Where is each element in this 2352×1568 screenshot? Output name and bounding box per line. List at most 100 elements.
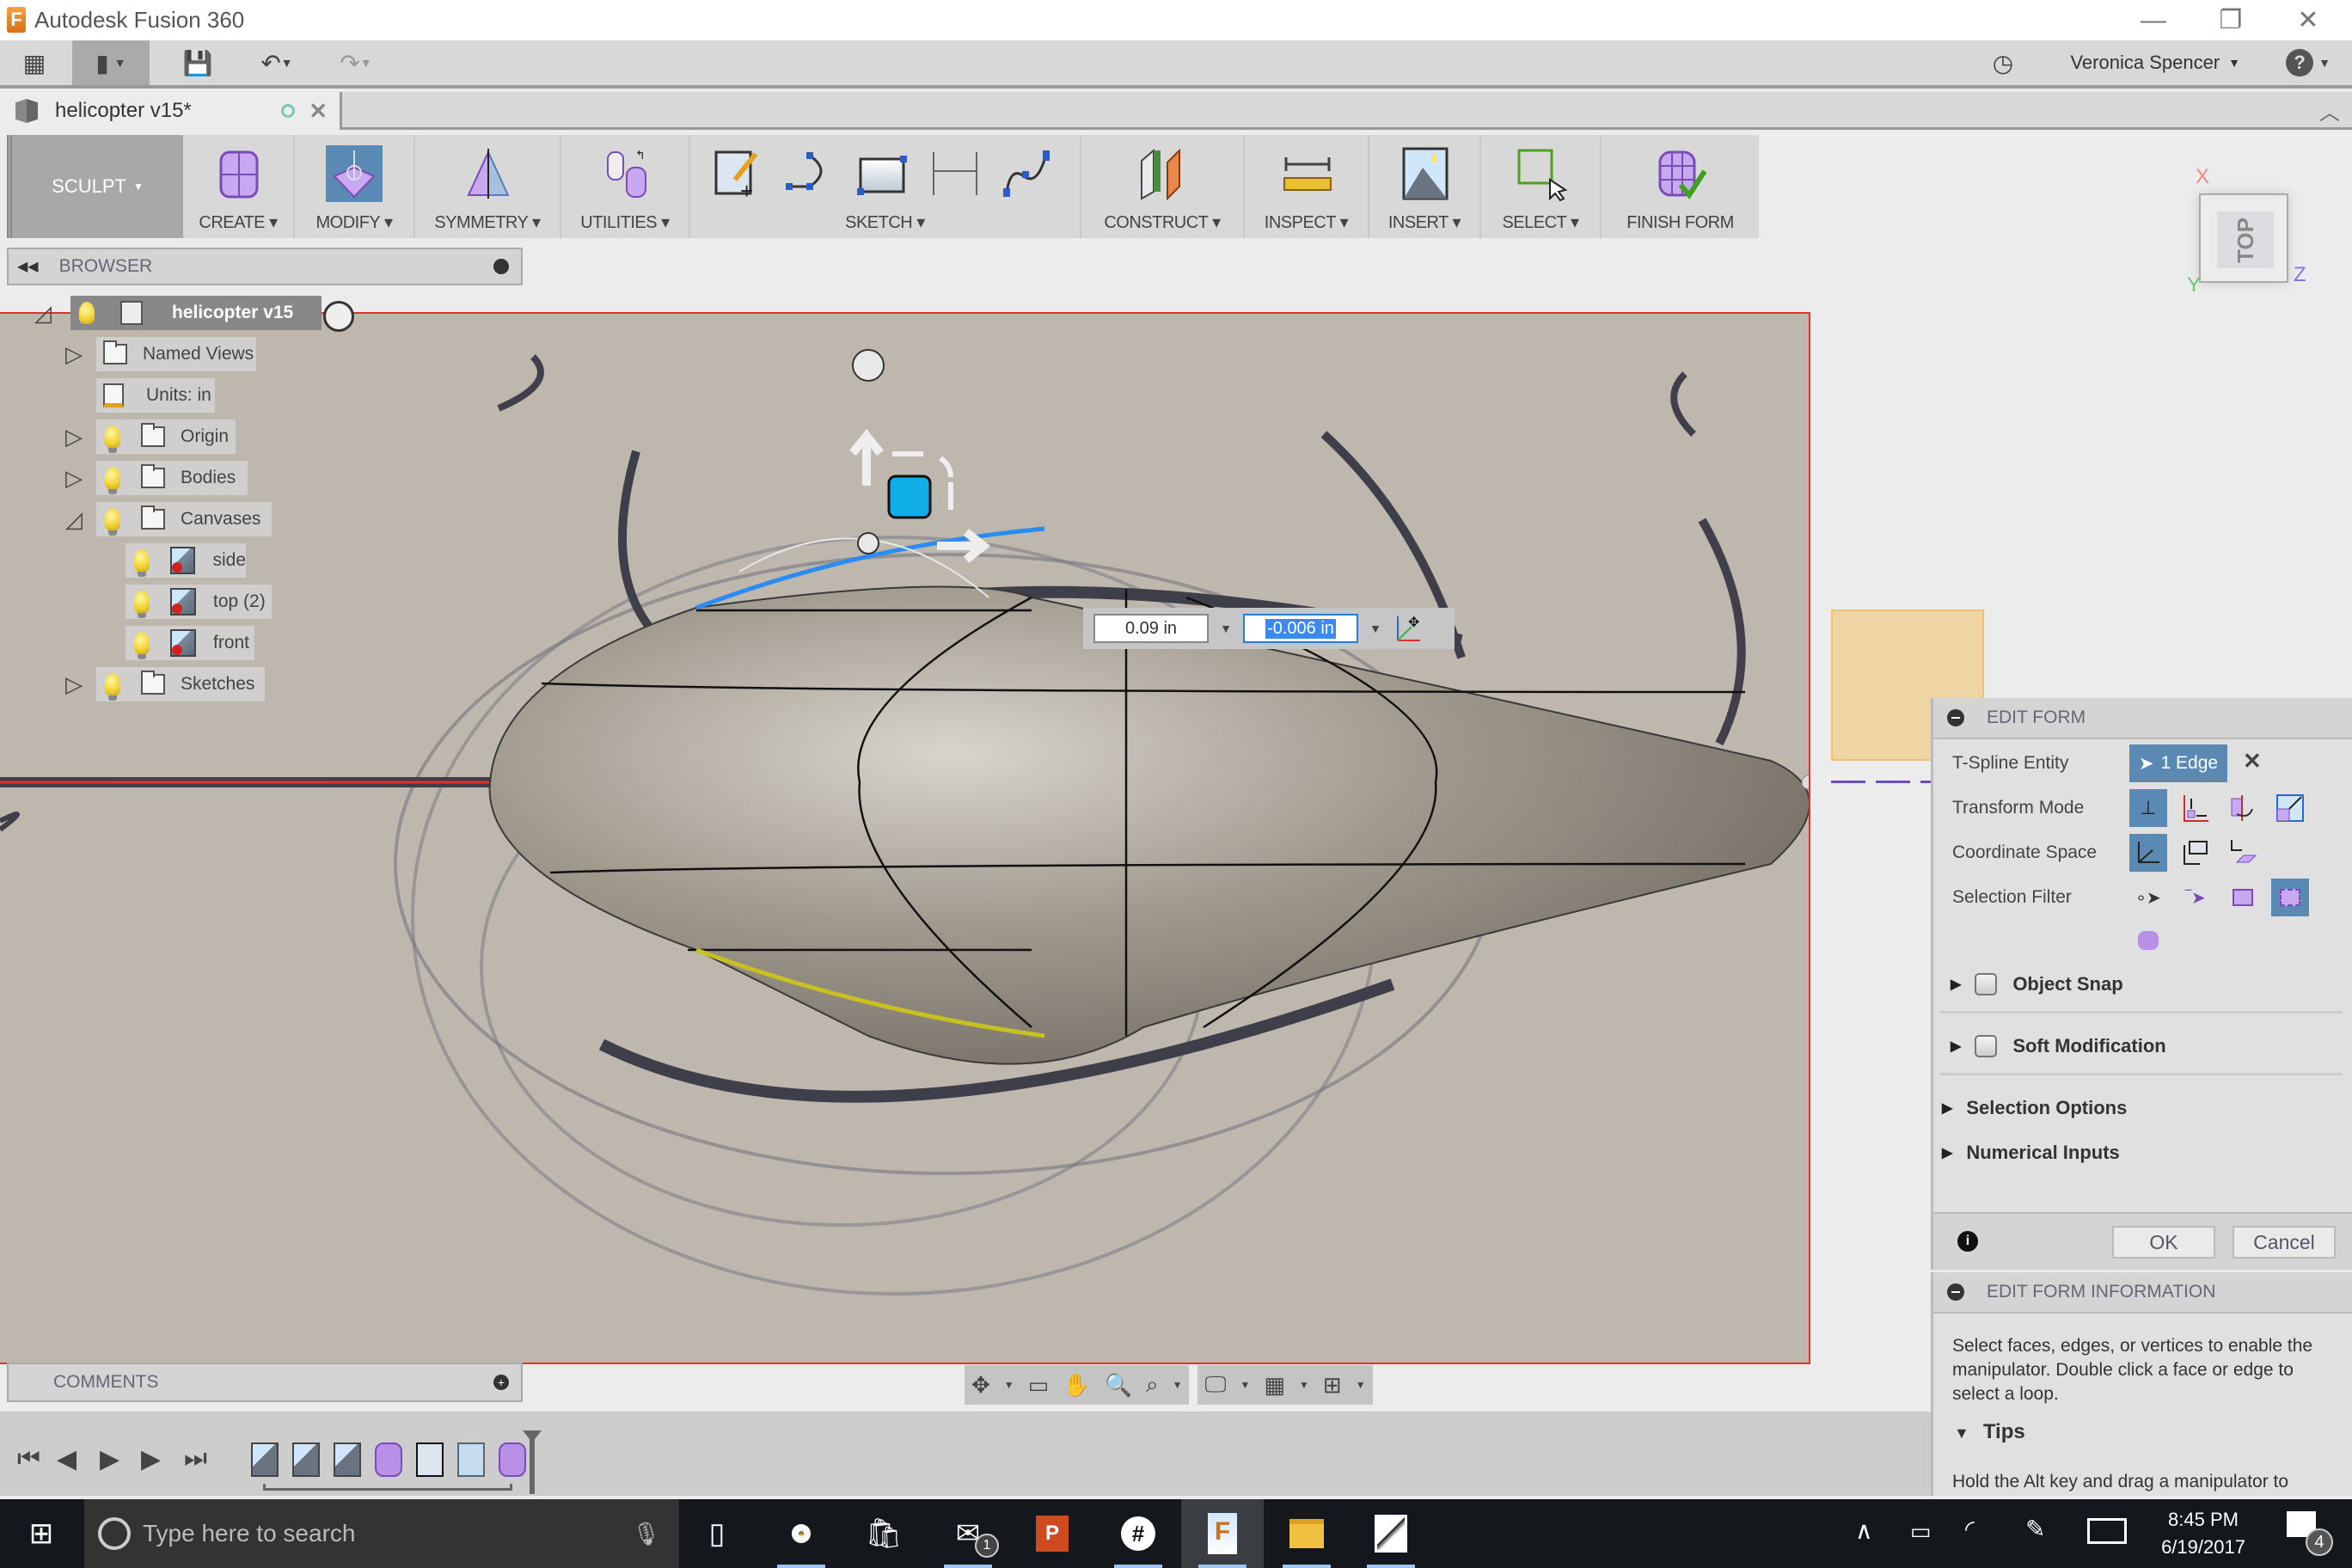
visibility-bulb-icon[interactable] xyxy=(134,632,150,659)
job-status-icon[interactable]: ◷ xyxy=(1986,40,2020,85)
timeline-extrude-feature-icon[interactable] xyxy=(457,1442,485,1477)
ribbon-utilities-menu[interactable]: ↰ UTILITIES ▾ xyxy=(561,135,690,238)
collapse-panel-icon[interactable] xyxy=(1947,1283,1964,1301)
world-space-button[interactable] xyxy=(2129,834,2167,872)
look-at-icon[interactable]: ▭ xyxy=(1028,1372,1050,1399)
object-snap-checkbox[interactable] xyxy=(1975,973,1998,995)
body-filter-button[interactable] xyxy=(2129,922,2167,959)
tree-item-origin[interactable]: Origin xyxy=(96,420,236,454)
timeline-form-feature-icon[interactable] xyxy=(499,1442,526,1477)
tree-item-canvas-front[interactable]: front xyxy=(126,626,254,660)
taskbar-chrome[interactable] xyxy=(760,1499,842,1568)
ribbon-inspect-menu[interactable]: INSPECT ▾ xyxy=(1245,135,1369,238)
tips-toggle[interactable]: ▼ Tips xyxy=(1954,1420,2025,1444)
view-space-button[interactable] xyxy=(2177,834,2214,872)
cancel-button[interactable]: Cancel xyxy=(2233,1226,2336,1259)
numerical-inputs-section[interactable]: ▶ Numerical Inputs xyxy=(1942,1142,2120,1164)
local-space-button[interactable] xyxy=(2224,834,2262,872)
start-button[interactable]: ⊞ xyxy=(0,1499,83,1568)
tree-item-sketches[interactable]: Sketches xyxy=(96,667,265,701)
collapse-browser-icon[interactable]: ◀◀ xyxy=(17,258,39,275)
timeline-marker[interactable] xyxy=(530,1434,535,1494)
battery-icon[interactable]: ▭ xyxy=(1910,1518,1932,1545)
taskbar-mail[interactable]: ✉ 1 xyxy=(927,1499,1009,1568)
user-account-menu[interactable]: Veronica Spencer ▼ xyxy=(2070,40,2240,85)
expand-arrow-icon[interactable]: ▷ xyxy=(65,342,84,366)
visibility-bulb-icon[interactable] xyxy=(79,302,95,329)
minimize-button[interactable]: — xyxy=(2115,0,2192,40)
distance-input-2[interactable]: -0.006 in xyxy=(1243,614,1358,643)
help-button[interactable]: ? ▼ xyxy=(2278,40,2338,85)
viewcube[interactable]: TOP xyxy=(2199,193,2288,283)
tree-item-units[interactable]: Units: in xyxy=(96,378,215,413)
wifi-icon[interactable]: ◜ xyxy=(1965,1515,1975,1543)
timeline-first-button[interactable]: ⏮ xyxy=(17,1444,40,1473)
timeline-canvas-feature-icon[interactable] xyxy=(334,1442,361,1477)
selection-options-section[interactable]: ▶ Selection Options xyxy=(1942,1097,2127,1119)
tree-root-item[interactable]: helicopter v15 xyxy=(70,296,322,330)
ribbon-symmetry-menu[interactable]: SYMMETRY ▾ xyxy=(415,135,561,238)
tspline-entity-selection[interactable]: ➤ 1 Edge xyxy=(2129,744,2227,782)
document-tab[interactable]: helicopter v15* ✕ xyxy=(0,92,342,130)
zoom-icon[interactable]: 🔍 xyxy=(1105,1372,1132,1399)
all-filter-button[interactable] xyxy=(2271,879,2309,916)
tree-item-canvases[interactable]: Canvases xyxy=(96,502,272,536)
expand-triangle-icon[interactable]: ▶ xyxy=(1951,976,1961,993)
soft-modification-checkbox[interactable] xyxy=(1975,1035,1998,1057)
browser-minimize-icon[interactable] xyxy=(493,259,509,274)
translation-button[interactable] xyxy=(2177,789,2214,827)
orbit-icon[interactable]: ✥ xyxy=(971,1372,990,1399)
timeline-last-button[interactable]: ⏭ xyxy=(184,1444,207,1473)
apps-grid-icon[interactable]: ▦ xyxy=(9,40,60,85)
collapse-arrow-icon[interactable]: ◿ xyxy=(65,507,84,531)
pen-workspace-icon[interactable]: ✎ xyxy=(2025,1515,2045,1543)
file-menu-button[interactable]: ▮ ▼ xyxy=(72,40,150,85)
restore-button[interactable]: ❐ xyxy=(2192,0,2269,40)
expand-triangle-icon[interactable]: ▶ xyxy=(1951,1038,1961,1055)
clear-selection-button[interactable]: ✕ xyxy=(2243,748,2262,775)
finish-form-button[interactable]: FINISH FORM xyxy=(1602,135,1759,238)
visibility-bulb-icon[interactable] xyxy=(134,549,150,577)
redo-button[interactable]: ↷ ▼ xyxy=(322,40,390,85)
tree-item-canvas-top[interactable]: top (2) xyxy=(126,585,272,619)
ok-button[interactable]: OK xyxy=(2112,1226,2215,1259)
input-1-dropdown[interactable]: ▼ xyxy=(1209,622,1243,635)
taskbar-fusion-360[interactable]: F xyxy=(1181,1499,1264,1568)
taskbar-file-explorer[interactable] xyxy=(1265,1499,1348,1568)
close-window-button[interactable]: ✕ xyxy=(2269,0,2347,40)
task-view-button[interactable]: ▯ xyxy=(676,1499,758,1568)
ribbon-create-menu[interactable]: CREATE ▾ xyxy=(183,135,295,238)
timeline-form-feature-icon[interactable] xyxy=(375,1442,402,1477)
soft-modification-row[interactable]: ▶ Soft Modification xyxy=(1951,1035,2166,1057)
system-clock[interactable]: 8:45 PM 6/19/2017 xyxy=(2139,1506,2268,1561)
show-hidden-icons-chevron-icon[interactable]: ∧ xyxy=(1855,1516,1873,1545)
expand-arrow-icon[interactable]: ▷ xyxy=(65,425,84,449)
tree-item-bodies[interactable]: Bodies xyxy=(96,461,248,495)
grid-icon[interactable]: ▦ xyxy=(1264,1372,1285,1399)
expand-arrow-icon[interactable]: ▷ xyxy=(65,466,84,490)
timeline-canvas-feature-icon[interactable] xyxy=(292,1442,320,1477)
ribbon-construct-menu[interactable]: CONSTRUCT ▾ xyxy=(1081,135,1245,238)
expand-arrow-icon[interactable]: ▷ xyxy=(65,672,84,696)
timeline-play-button[interactable]: ▶ xyxy=(100,1444,119,1474)
visibility-bulb-icon[interactable] xyxy=(134,591,150,618)
fit-window-icon[interactable]: ⌕ xyxy=(1146,1371,1159,1399)
ribbon-sketch-menu[interactable]: + SKETCH ▾ xyxy=(690,135,1081,238)
add-comment-icon[interactable]: + xyxy=(493,1375,509,1390)
close-tab-button[interactable]: ✕ xyxy=(309,98,328,125)
microphone-icon[interactable]: 🎙 xyxy=(632,1521,660,1547)
collapse-ribbon-chevron-icon[interactable]: ︿ xyxy=(2319,95,2340,126)
timeline-marker-head[interactable] xyxy=(523,1430,542,1442)
visibility-bulb-icon[interactable] xyxy=(105,467,120,494)
timeline-canvas-feature-icon[interactable] xyxy=(251,1442,279,1477)
save-button[interactable]: 💾 xyxy=(172,40,224,85)
touch-keyboard-icon[interactable] xyxy=(2087,1518,2127,1544)
object-snap-row[interactable]: ▶ Object Snap xyxy=(1951,973,2123,995)
tree-item-canvas-side[interactable]: side xyxy=(126,543,246,578)
viewcube-top-face[interactable]: TOP xyxy=(2217,211,2274,268)
expand-triangle-icon[interactable]: ▶ xyxy=(1942,1144,1952,1161)
ribbon-select-menu[interactable]: SELECT ▾ xyxy=(1481,135,1602,238)
visibility-bulb-icon[interactable] xyxy=(105,426,120,453)
face-filter-button[interactable] xyxy=(2224,879,2262,916)
vertex-filter-button[interactable]: ∘➤ xyxy=(2129,879,2167,916)
